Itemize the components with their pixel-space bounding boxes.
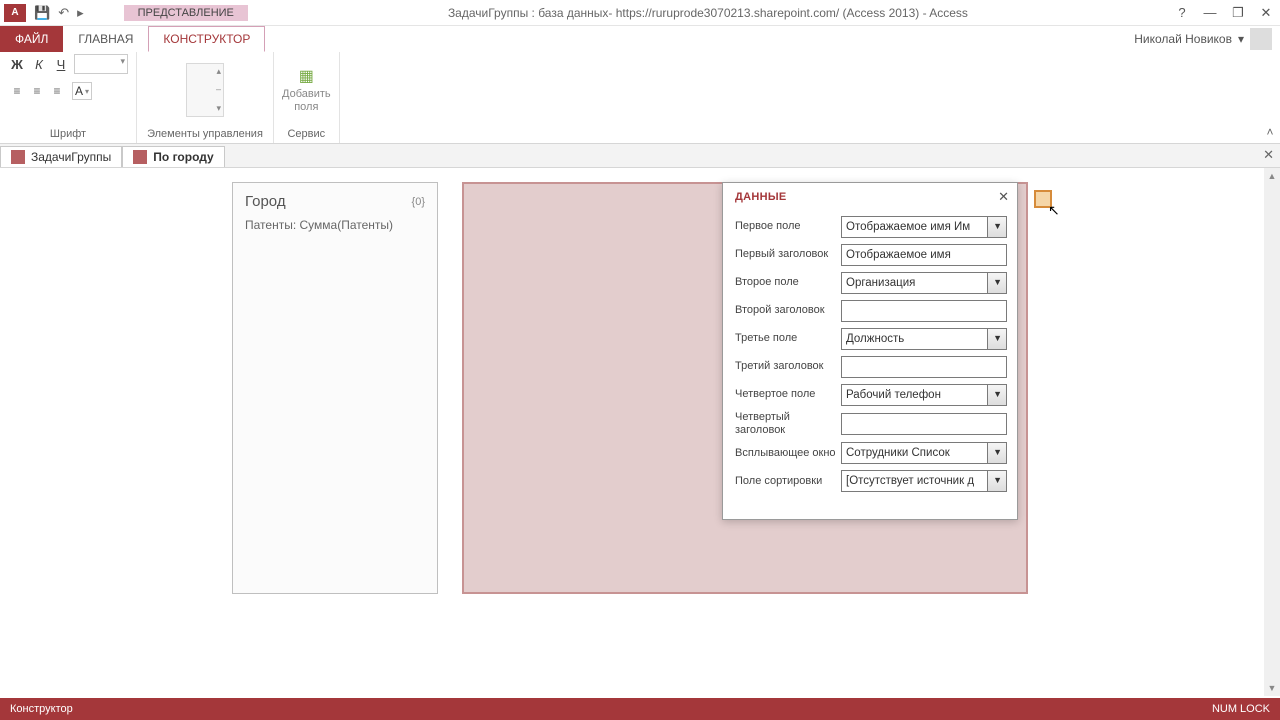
- field2-label: Второе поле: [735, 276, 841, 289]
- ribbon-collapse-icon[interactable]: ˄: [1260, 52, 1280, 143]
- close-icon[interactable]: ✕: [1252, 2, 1280, 24]
- contextual-tab-label: ПРЕДСТАВЛЕНИЕ: [124, 5, 248, 21]
- field4-select[interactable]: Рабочий телефон: [841, 384, 1007, 406]
- field3-value: Должность: [846, 333, 904, 345]
- save-icon[interactable]: 💾: [34, 5, 50, 21]
- window-title: ЗадачиГруппы : база данных- https://ruru…: [248, 6, 1168, 20]
- group-header-title: Город: [245, 193, 286, 210]
- gallery-up-icon[interactable]: ▴: [216, 66, 221, 77]
- header4-label: Четвертый заголовок: [735, 411, 841, 437]
- sortfield-select[interactable]: [Отсутствует источник д: [841, 470, 1007, 492]
- gallery-down-icon[interactable]: ▾: [216, 103, 221, 114]
- group-header-box[interactable]: Город {0} Патенты: Сумма(Патенты): [232, 182, 438, 594]
- user-account[interactable]: Николай Новиков ▾: [1134, 26, 1280, 52]
- minimize-icon[interactable]: —: [1196, 2, 1224, 24]
- help-icon[interactable]: ?: [1168, 2, 1196, 24]
- controls-gallery[interactable]: ▴ – ▾: [186, 63, 224, 117]
- field2-select[interactable]: Организация: [841, 272, 1007, 294]
- ribbon-group-service-label: Сервис: [287, 126, 325, 143]
- user-dropdown-icon[interactable]: ▾: [1238, 32, 1244, 46]
- sortfield-label: Поле сортировки: [735, 475, 841, 488]
- field1-label: Первое поле: [735, 220, 841, 233]
- status-numlock: NUM LOCK: [1212, 703, 1270, 715]
- restore-icon[interactable]: ❐: [1224, 2, 1252, 24]
- selection-handle[interactable]: [1034, 190, 1052, 208]
- tab-home[interactable]: ГЛАВНАЯ: [63, 26, 148, 52]
- status-bar: Конструктор NUM LOCK: [0, 698, 1280, 720]
- design-surface[interactable]: Город {0} Патенты: Сумма(Патенты) ↖: [0, 168, 1280, 696]
- ribbon-group-font-label: Шрифт: [50, 126, 86, 143]
- bold-button[interactable]: Ж: [8, 55, 26, 73]
- header1-input[interactable]: Отображаемое имя: [841, 244, 1007, 266]
- align-left-icon[interactable]: ≡: [8, 82, 26, 100]
- menu-bar: ФАЙЛ ГЛАВНАЯ КОНСТРУКТОР Николай Новиков…: [0, 26, 1280, 52]
- header2-label: Второй заголовок: [735, 304, 841, 317]
- object-tab-label: По городу: [153, 150, 213, 164]
- app-icon: A: [4, 4, 26, 22]
- object-tab-close-icon[interactable]: ✕: [1263, 147, 1274, 163]
- field4-value: Рабочий телефон: [846, 389, 941, 401]
- add-fields-button[interactable]: Добавить поля: [282, 88, 331, 114]
- object-tab-bar: ЗадачиГруппы По городу ✕: [0, 144, 1280, 168]
- header4-input[interactable]: [841, 413, 1007, 435]
- field4-label: Четвертое поле: [735, 388, 841, 401]
- undo-icon[interactable]: ↶: [58, 5, 69, 21]
- tab-file[interactable]: ФАЙЛ: [0, 26, 63, 52]
- font-color-button[interactable]: A▾: [72, 82, 92, 100]
- title-bar: A 💾 ↶ ▸ ПРЕДСТАВЛЕНИЕ ЗадачиГруппы : баз…: [0, 0, 1280, 26]
- scroll-down-icon[interactable]: ▼: [1264, 680, 1280, 696]
- gallery-mid-icon[interactable]: –: [216, 84, 221, 94]
- user-name: Николай Новиков: [1134, 32, 1232, 46]
- status-mode: Конструктор: [10, 703, 73, 715]
- font-color-label: A: [75, 84, 83, 98]
- ribbon-group-controls-label: Элементы управления: [147, 126, 263, 143]
- quick-access-toolbar: 💾 ↶ ▸: [30, 5, 88, 21]
- data-dialog: ДАННЫЕ ✕ Первое полеОтображаемое имя Им …: [722, 182, 1018, 520]
- header3-label: Третий заголовок: [735, 360, 841, 373]
- field1-value: Отображаемое имя Им: [846, 221, 970, 233]
- popup-select[interactable]: Сотрудники Список: [841, 442, 1007, 464]
- ribbon-group-font: Ж К Ч ≡ ≡ ≡ A▾ Шрифт: [0, 52, 137, 143]
- ribbon: Ж К Ч ≡ ≡ ≡ A▾ Шрифт ▴ – ▾: [0, 52, 1280, 144]
- field2-value: Организация: [846, 277, 915, 289]
- dialog-title: ДАННЫЕ: [735, 191, 787, 203]
- form-icon: [11, 150, 25, 164]
- object-tab-tasks[interactable]: ЗадачиГруппы: [0, 146, 122, 167]
- header3-input[interactable]: [841, 356, 1007, 378]
- header1-label: Первый заголовок: [735, 248, 841, 261]
- align-right-icon[interactable]: ≡: [48, 82, 66, 100]
- group-header-count: {0}: [412, 196, 425, 208]
- italic-button[interactable]: К: [30, 55, 48, 73]
- field1-select[interactable]: Отображаемое имя Им: [841, 216, 1007, 238]
- object-tab-bycity[interactable]: По городу: [122, 146, 224, 167]
- vertical-scrollbar[interactable]: ▲ ▼: [1264, 168, 1280, 696]
- sortfield-value: [Отсутствует источник д: [846, 475, 974, 487]
- ribbon-group-service: ▦ Добавить поля Сервис: [274, 52, 340, 143]
- form-icon: [133, 150, 147, 164]
- scroll-up-icon[interactable]: ▲: [1264, 168, 1280, 184]
- avatar[interactable]: [1250, 28, 1272, 50]
- header2-input[interactable]: [841, 300, 1007, 322]
- header1-value: Отображаемое имя: [846, 249, 951, 261]
- group-aggregate-text: Патенты: Сумма(Патенты): [233, 214, 437, 236]
- add-fields-icon[interactable]: ▦: [294, 66, 318, 86]
- popup-label: Всплывающее окно: [735, 447, 841, 460]
- tab-design[interactable]: КОНСТРУКТОР: [148, 26, 265, 52]
- align-center-icon[interactable]: ≡: [28, 82, 46, 100]
- font-size-combo[interactable]: [74, 54, 128, 74]
- field3-label: Третье поле: [735, 332, 841, 345]
- underline-button[interactable]: Ч: [52, 55, 70, 73]
- qat-more-icon[interactable]: ▸: [77, 5, 84, 21]
- popup-value: Сотрудники Список: [846, 447, 950, 459]
- dialog-close-icon[interactable]: ✕: [998, 189, 1009, 205]
- ribbon-group-controls: ▴ – ▾ Элементы управления: [137, 52, 274, 143]
- field3-select[interactable]: Должность: [841, 328, 1007, 350]
- object-tab-label: ЗадачиГруппы: [31, 150, 111, 164]
